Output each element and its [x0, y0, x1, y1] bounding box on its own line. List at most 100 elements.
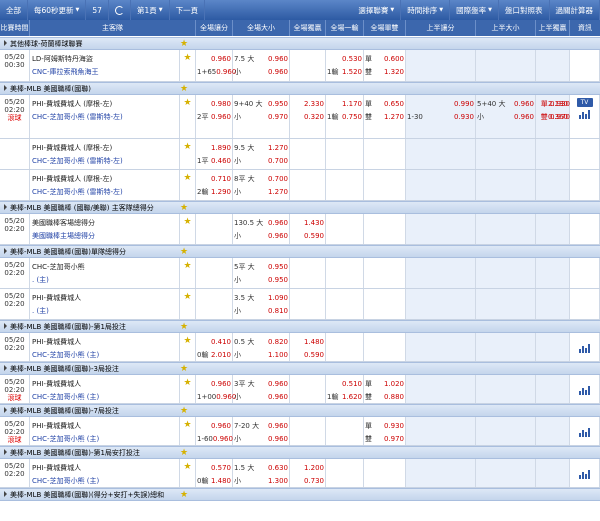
over-under-odds[interactable]: 0.970 [268, 111, 289, 124]
one-lose-odds[interactable]: 1.170 [342, 98, 363, 111]
time-sort-button[interactable]: 時間排序 [401, 0, 451, 20]
handicap-odds[interactable]: 0.960 [213, 433, 234, 446]
favorite-star-icon[interactable]: ★ [180, 364, 188, 374]
league-header[interactable]: 美棒-MLB 美國職棒(國聯)-第1局安打投注 ★ [0, 446, 600, 459]
over-under-odds[interactable]: 0.810 [268, 305, 289, 318]
half-handicap-odds[interactable]: 0.990 [454, 98, 475, 111]
stats-chart-icon[interactable] [579, 428, 590, 437]
favorite-star-icon[interactable]: ★ [183, 142, 191, 152]
league-header[interactable]: 美棒-MLB 美國職棒 (國聯/美聯) 主客隊總得分 ★ [0, 201, 600, 214]
favorite-star-icon[interactable]: ★ [183, 217, 191, 227]
odd-even-odds[interactable]: 0.600 [384, 53, 405, 66]
odds-type-button[interactable]: 國際盤率 [450, 0, 499, 20]
refresh-button[interactable] [109, 0, 131, 20]
one-lose-odds[interactable]: 0.750 [342, 111, 363, 124]
favorite-star-icon[interactable]: ★ [183, 462, 191, 472]
half-odd-even-odds[interactable]: 單 0.930 [536, 98, 570, 111]
handicap-odds[interactable]: 0.980 [211, 98, 232, 111]
odd-even-odds[interactable]: 0.930 [384, 420, 405, 433]
league-header[interactable]: 美棒-MLB 美國職棒(國聯)(得分+安打+失誤)總和 ★ [0, 488, 600, 501]
over-under-odds[interactable]: 0.820 [268, 336, 289, 349]
favorite-star-icon[interactable]: ★ [183, 98, 191, 108]
league-header[interactable]: 美棒-MLB 美國職棒(國聯) ★ [0, 82, 600, 95]
half-odd-even-odds[interactable]: 雙 0.970 [536, 111, 570, 124]
stats-chart-icon[interactable] [579, 470, 590, 479]
league-header[interactable]: 美棒-MLB 美國職棒(國聯)-7局投注 ★ [0, 404, 600, 417]
tv-icon[interactable]: TV [576, 98, 593, 107]
handicap-odds[interactable]: 0.570 [211, 462, 232, 475]
handicap-odds[interactable]: 1.480 [211, 475, 232, 488]
all-button[interactable]: 全部 [0, 0, 28, 20]
handicap-odds[interactable]: 1.290 [211, 186, 232, 199]
over-under-odds[interactable]: 1.270 [268, 142, 289, 155]
favorite-star-icon[interactable]: ★ [183, 173, 191, 183]
over-under-odds[interactable]: 0.960 [268, 217, 289, 230]
next-page-button[interactable]: 下一頁 [170, 0, 206, 20]
stats-chart-icon[interactable] [579, 110, 590, 119]
favorite-star-icon[interactable]: ★ [180, 84, 188, 94]
half-over-under-odds[interactable]: 0.960 [514, 98, 535, 111]
refresh-interval-select[interactable]: 每60秒更新 [28, 0, 87, 20]
over-under-odds[interactable]: 0.960 [268, 53, 289, 66]
over-under-odds[interactable]: 0.960 [268, 230, 289, 243]
stats-chart-icon[interactable] [579, 344, 590, 353]
odd-even-odds[interactable]: 0.650 [384, 98, 405, 111]
odd-even-odds[interactable]: 1.270 [384, 111, 405, 124]
over-under-odds[interactable]: 0.700 [268, 155, 289, 168]
league-header[interactable]: 美棒-MLB 美國職棒(國聯)-3局投注 ★ [0, 362, 600, 375]
one-lose-odds[interactable]: 0.530 [342, 53, 363, 66]
moneyline-odds[interactable]: 1.200 [304, 462, 325, 475]
select-league-button[interactable]: 選擇聯賽 [352, 0, 402, 20]
handicap-odds[interactable]: 0.960 [211, 378, 232, 391]
favorite-star-icon[interactable]: ★ [183, 292, 191, 302]
moneyline-odds[interactable]: 0.730 [304, 475, 325, 488]
handicap-odds[interactable]: 0.960 [211, 111, 232, 124]
favorite-star-icon[interactable]: ★ [180, 247, 188, 257]
over-under-odds[interactable]: 1.090 [268, 292, 289, 305]
odd-even-odds[interactable]: 1.020 [384, 378, 405, 391]
league-header[interactable]: 美棒-MLB 美國職棒(國聯)-第1局投注 ★ [0, 320, 600, 333]
favorite-star-icon[interactable]: ★ [183, 378, 191, 388]
handicap-odds[interactable]: 1.890 [211, 142, 232, 155]
over-under-odds[interactable]: 1.100 [268, 349, 289, 362]
moneyline-odds[interactable]: 0.590 [304, 349, 325, 362]
handicap-odds[interactable]: 0.410 [211, 336, 232, 349]
favorite-star-icon[interactable]: ★ [180, 448, 188, 458]
half-over-under-odds[interactable]: 0.960 [514, 111, 535, 124]
over-under-odds[interactable]: 0.960 [268, 66, 289, 79]
half-handicap-odds[interactable]: 0.930 [454, 111, 475, 124]
moneyline-odds[interactable]: 1.430 [304, 217, 325, 230]
moneyline-odds[interactable]: 2.330 [304, 98, 325, 111]
favorite-star-icon[interactable]: ★ [183, 261, 191, 271]
stats-chart-icon[interactable] [579, 386, 590, 395]
favorite-star-icon[interactable]: ★ [180, 322, 188, 332]
over-under-odds[interactable]: 0.960 [268, 433, 289, 446]
favorite-star-icon[interactable]: ★ [183, 53, 191, 63]
odd-even-odds[interactable]: 0.880 [384, 391, 405, 404]
moneyline-odds[interactable]: 0.590 [304, 230, 325, 243]
favorite-star-icon[interactable]: ★ [180, 490, 188, 500]
moneyline-odds[interactable]: 1.480 [304, 336, 325, 349]
favorite-star-icon[interactable]: ★ [180, 406, 188, 416]
over-under-odds[interactable]: 0.960 [268, 391, 289, 404]
over-under-odds[interactable]: 1.300 [268, 475, 289, 488]
port-compare-button[interactable]: 盤口對照表 [499, 0, 550, 20]
over-under-odds[interactable]: 0.950 [268, 274, 289, 287]
over-under-odds[interactable]: 0.960 [268, 378, 289, 391]
over-under-odds[interactable]: 0.960 [268, 420, 289, 433]
handicap-odds[interactable]: 0.460 [211, 155, 232, 168]
over-under-odds[interactable]: 0.630 [268, 462, 289, 475]
one-lose-odds[interactable]: 0.510 [342, 378, 363, 391]
one-lose-odds[interactable]: 1.520 [342, 66, 363, 79]
favorite-star-icon[interactable]: ★ [180, 203, 188, 213]
league-header[interactable]: 其他棒球-荷蘭棒球聯賽 ★ [0, 37, 600, 50]
handicap-odds[interactable]: 0.960 [211, 53, 232, 66]
over-under-odds[interactable]: 0.700 [268, 173, 289, 186]
handicap-odds[interactable]: 0.710 [211, 173, 232, 186]
handicap-odds[interactable]: 0.960 [211, 420, 232, 433]
odd-even-odds[interactable]: 1.320 [384, 66, 405, 79]
parlay-calc-button[interactable]: 過關計算器 [550, 0, 600, 20]
over-under-odds[interactable]: 1.270 [268, 186, 289, 199]
page-select[interactable]: 第1頁 [131, 0, 170, 20]
odd-even-odds[interactable]: 0.970 [384, 433, 405, 446]
